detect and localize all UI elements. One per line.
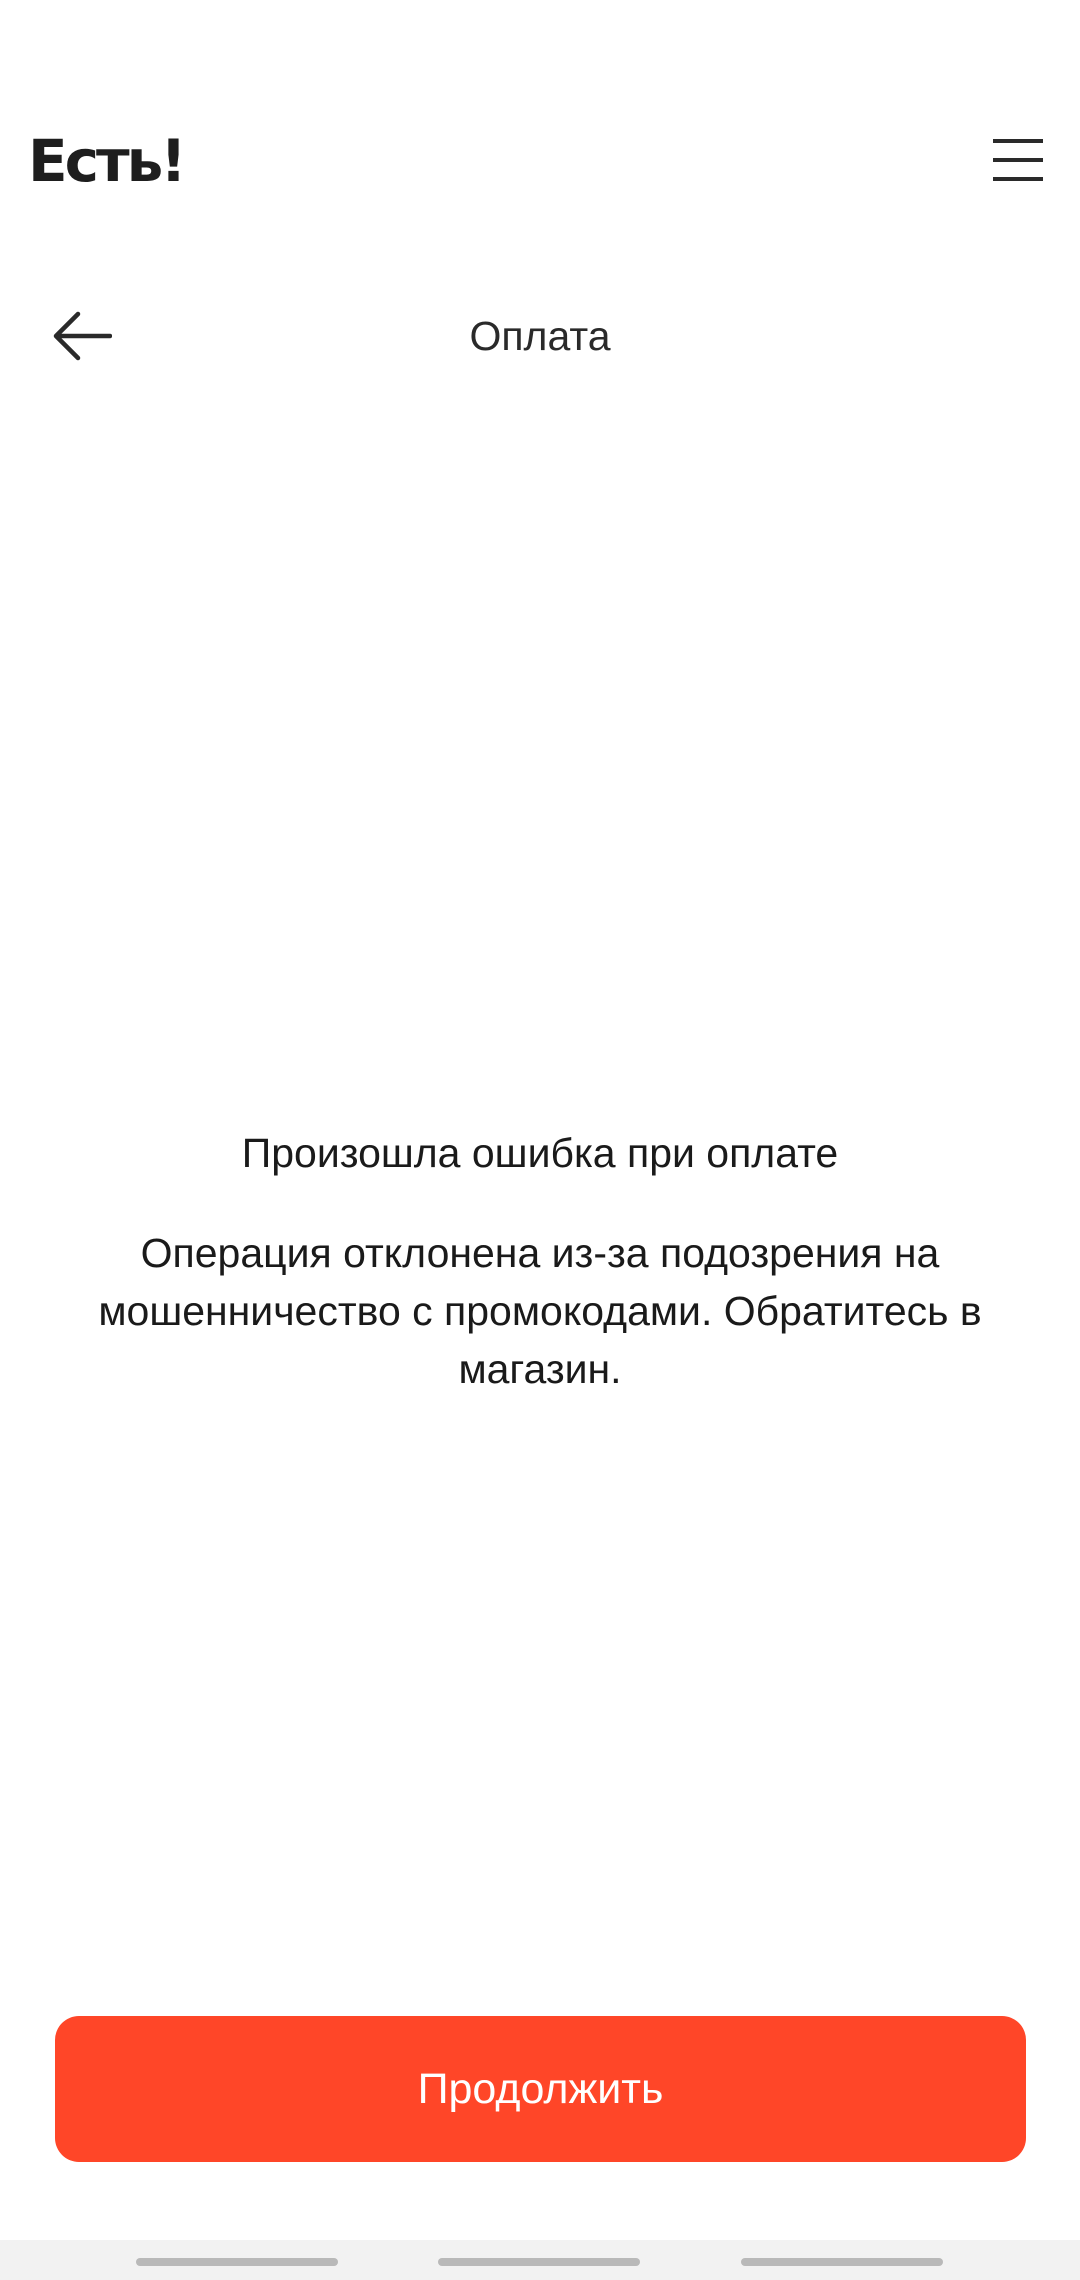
hamburger-menu-icon — [993, 139, 1043, 181]
brand-logo: Есть! — [28, 127, 187, 195]
system-navigation-bar — [0, 2240, 1080, 2280]
nav-handle-left[interactable] — [136, 2258, 338, 2266]
payment-error-screen: Есть! Оплата Произошла ошибка при оплате… — [0, 0, 1080, 2240]
continue-button[interactable]: Продолжить — [55, 2016, 1026, 2162]
error-message: Операция отклонена из-за подозрения на м… — [98, 1230, 982, 1392]
nav-handle-right[interactable] — [741, 2258, 943, 2266]
error-title: Произошла ошибка при оплате — [241, 1130, 839, 1176]
page-title: Оплата — [469, 313, 611, 359]
nav-handle-center[interactable] — [438, 2258, 640, 2266]
menu-button[interactable] — [978, 122, 1058, 198]
